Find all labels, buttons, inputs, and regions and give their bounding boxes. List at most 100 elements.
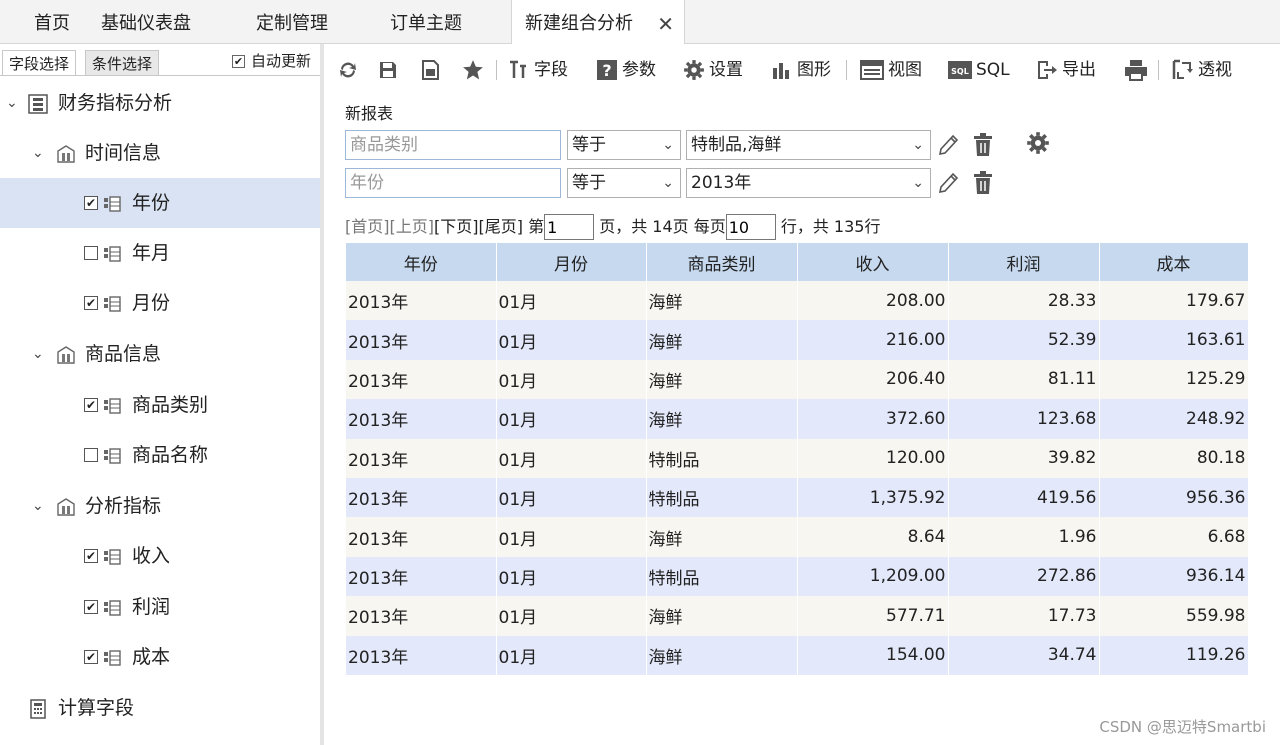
condition-value-select[interactable]: 2013年 ⌄ xyxy=(686,168,931,198)
tab-basic-dashboard[interactable]: 基础仪表盘 xyxy=(101,0,191,44)
cell-profit: 123.68 xyxy=(948,399,1100,439)
tree-node-time-info[interactable]: ⌄ 时间信息 xyxy=(0,128,320,178)
edit-icon[interactable] xyxy=(936,132,960,158)
pivot-icon xyxy=(1172,59,1193,79)
tree-node-year-month[interactable]: 年月 xyxy=(0,228,320,278)
field-tool-icon xyxy=(510,60,526,78)
profit-checkbox[interactable]: ✔ xyxy=(84,600,98,614)
tree-node-month[interactable]: ✔ 月份 xyxy=(0,278,320,328)
condition-operator-select[interactable]: 等于 ⌄ xyxy=(567,168,681,198)
last-page-link[interactable]: [尾页] xyxy=(479,217,524,236)
bar-chart-icon xyxy=(773,63,789,79)
category-checkbox[interactable]: ✔ xyxy=(84,398,98,412)
chevron-down-icon[interactable]: ⌄ xyxy=(6,78,18,128)
prev-page-link[interactable]: [上页] xyxy=(390,217,435,236)
first-page-link[interactable]: [首页] xyxy=(345,217,390,236)
header-profit[interactable]: 利润 xyxy=(948,243,1100,281)
cell-cost: 179.67 xyxy=(1099,281,1249,321)
favorite-button[interactable] xyxy=(462,56,488,84)
cell-category: 海鲜 xyxy=(646,596,798,636)
auto-update-toggle[interactable]: ✔ 自动更新 xyxy=(232,50,311,72)
edit-icon[interactable] xyxy=(936,170,960,196)
header-revenue[interactable]: 收入 xyxy=(797,243,949,281)
field-icon xyxy=(104,448,121,464)
auto-update-checkbox[interactable]: ✔ xyxy=(232,55,245,68)
delete-icon[interactable] xyxy=(971,132,995,158)
tree-node-year[interactable]: ✔ 年份 xyxy=(0,178,320,228)
param-button[interactable]: ? 参数 xyxy=(596,56,656,84)
param-button-label: 参数 xyxy=(622,60,656,80)
save-as-icon xyxy=(422,60,439,80)
cell-profit: 419.56 xyxy=(948,477,1100,518)
settings-button[interactable]: 设置 xyxy=(683,56,743,84)
cell-profit: 81.11 xyxy=(948,359,1100,400)
save-as-button[interactable] xyxy=(420,56,444,84)
rows-per-page-input[interactable] xyxy=(725,214,776,240)
chevron-down-icon[interactable]: ⌄ xyxy=(32,481,44,531)
tree-node-product-name[interactable]: 商品名称 xyxy=(0,430,320,480)
tree-node-revenue[interactable]: ✔ 收入 xyxy=(0,531,320,581)
cell-profit: 1.96 xyxy=(948,517,1100,557)
tree-node-calc-fields[interactable]: 计算字段 xyxy=(0,683,320,733)
header-cost[interactable]: 成本 xyxy=(1099,243,1249,281)
tree-node-root[interactable]: ⌄ 财务指标分析 xyxy=(0,78,320,128)
print-button[interactable] xyxy=(1124,56,1152,84)
field-selection-panel: 字段选择 条件选择 ✔ 自动更新 ⌄ 财务指标分析 ⌄ 时间信息 ✔ 年份 年月 xyxy=(0,44,324,745)
header-category[interactable]: 商品类别 xyxy=(646,243,798,281)
cell-year: 2013年 xyxy=(346,517,497,557)
next-page-link[interactable]: [下页] xyxy=(434,217,479,236)
chevron-down-icon: ⌄ xyxy=(912,175,924,191)
tab-home[interactable]: 首页 xyxy=(34,0,70,44)
tab-new-combined-analysis[interactable]: 新建组合分析 ✕ xyxy=(511,0,685,45)
cell-revenue: 8.64 xyxy=(797,517,949,557)
tab-custom-management[interactable]: 定制管理 xyxy=(256,0,328,44)
tree-node-category[interactable]: ✔ 商品类别 xyxy=(0,380,320,430)
month-checkbox[interactable]: ✔ xyxy=(84,296,98,310)
chevron-down-icon[interactable]: ⌄ xyxy=(32,128,44,178)
gear-icon xyxy=(684,60,704,80)
gear-icon[interactable] xyxy=(1026,130,1050,156)
help-icon: ? xyxy=(597,60,617,80)
tab-order-topic[interactable]: 订单主题 xyxy=(390,0,462,44)
tree-node-cost[interactable]: ✔ 成本 xyxy=(0,632,320,682)
tree-node-profit[interactable]: ✔ 利润 xyxy=(0,582,320,632)
tab-condition-selection[interactable]: 条件选择 xyxy=(85,50,160,76)
cell-category: 海鲜 xyxy=(646,517,798,557)
pivot-button[interactable]: 透视 xyxy=(1172,56,1232,84)
sql-button[interactable]: SQL SQL xyxy=(948,56,1010,84)
delete-icon[interactable] xyxy=(971,170,995,196)
tree-node-metrics[interactable]: ⌄ 分析指标 xyxy=(0,481,320,531)
view-button[interactable]: 视图 xyxy=(860,56,922,84)
export-button[interactable]: 导出 xyxy=(1036,56,1096,84)
condition-value-select[interactable]: 特制品,海鲜 ⌄ xyxy=(686,130,931,160)
cell-revenue: 216.00 xyxy=(797,320,949,360)
header-year[interactable]: 年份 xyxy=(346,243,497,281)
cost-checkbox[interactable]: ✔ xyxy=(84,650,98,664)
field-button[interactable]: 字段 xyxy=(508,56,568,84)
save-button[interactable] xyxy=(378,56,402,84)
chevron-down-icon[interactable]: ⌄ xyxy=(32,329,44,379)
refresh-button[interactable] xyxy=(338,56,362,84)
tab-field-selection[interactable]: 字段选择 xyxy=(2,50,77,76)
svg-text:?: ? xyxy=(602,61,611,80)
year-checkbox[interactable]: ✔ xyxy=(84,196,98,210)
page-number-input[interactable] xyxy=(544,214,595,240)
tab-bar: 首页 基础仪表盘 定制管理 订单主题 新建组合分析 ✕ xyxy=(0,0,1280,45)
chart-button-label: 图形 xyxy=(797,60,831,80)
tree-label-product-name: 商品名称 xyxy=(132,444,209,466)
close-icon[interactable]: ✕ xyxy=(657,0,674,48)
tree-node-product-info[interactable]: ⌄ 商品信息 xyxy=(0,329,320,379)
header-month[interactable]: 月份 xyxy=(496,243,647,281)
condition-field-input[interactable]: 年份 xyxy=(345,168,561,198)
chevron-down-icon: ⌄ xyxy=(662,137,674,153)
chart-button[interactable]: 图形 xyxy=(771,56,831,84)
condition-operator-select[interactable]: 等于 ⌄ xyxy=(567,130,681,160)
cell-cost: 6.68 xyxy=(1099,517,1249,557)
condition-field-input[interactable]: 商品类别 xyxy=(345,130,561,160)
toolbar: 字段 ? 参数 设置 图形 视图 SQL SQL 导出 透视 xyxy=(328,52,1280,88)
product-name-checkbox[interactable] xyxy=(84,448,98,462)
revenue-checkbox[interactable]: ✔ xyxy=(84,549,98,563)
cell-category: 海鲜 xyxy=(646,399,798,439)
cell-profit: 52.39 xyxy=(948,320,1100,360)
year-month-checkbox[interactable] xyxy=(84,246,98,260)
